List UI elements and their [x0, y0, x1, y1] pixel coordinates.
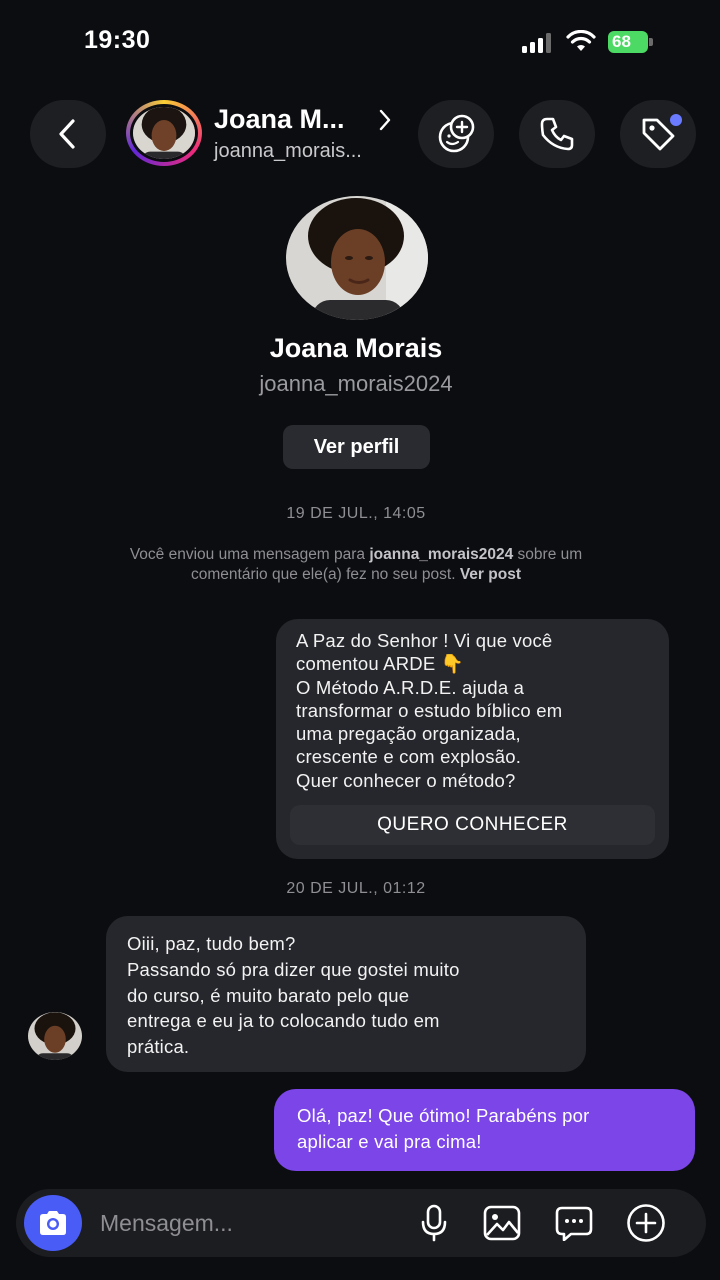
battery-tip [649, 38, 653, 46]
sticker-button[interactable] [554, 1203, 594, 1243]
plus-icon [627, 1204, 665, 1242]
mic-icon [421, 1204, 447, 1242]
gallery-icon [483, 1205, 521, 1241]
wifi-icon [566, 30, 596, 51]
quero-conhecer-button[interactable]: QUERO CONHECER [290, 805, 655, 845]
back-icon [59, 119, 75, 149]
outgoing-card-message[interactable]: A Paz do Senhor ! Vi que você comentou A… [276, 619, 669, 859]
notification-dot [670, 114, 682, 126]
signal-icon [522, 33, 551, 53]
sender-avatar[interactable] [28, 1012, 82, 1060]
date-separator: 20 DE JUL., 01:12 [286, 880, 426, 897]
back-button[interactable] [30, 100, 106, 168]
incoming-message[interactable]: Oiii, paz, tudo bem? Passando só pra diz… [106, 916, 586, 1072]
header-username[interactable]: joanna_morais... [214, 140, 362, 163]
header-name[interactable]: Joana M... [214, 104, 345, 135]
tag-button[interactable] [620, 100, 696, 168]
profile-avatar[interactable] [286, 196, 428, 320]
chevron-right-icon[interactable] [378, 108, 392, 132]
profile-username: joanna_morais2024 [259, 371, 453, 396]
view-post-link[interactable]: Ver post [460, 566, 521, 583]
battery-icon: 68 [608, 31, 654, 53]
effects-icon [438, 114, 475, 153]
battery-level: 68 [608, 31, 648, 53]
sender-avatar-image [28, 1012, 82, 1060]
gallery-button[interactable] [482, 1203, 522, 1243]
sticker-icon [555, 1206, 593, 1241]
incoming-message-text: Oiii, paz, tudo bem? Passando só pra diz… [127, 933, 460, 1058]
mic-button[interactable] [414, 1203, 454, 1243]
outgoing-card-text: A Paz do Senhor ! Vi que você comentou A… [296, 630, 563, 791]
status-time: 19:30 [84, 26, 151, 54]
message-composer [16, 1189, 706, 1257]
status-bar: 19:30 68 [0, 0, 720, 86]
system-note: Você enviou uma mensagem para joanna_mor… [110, 545, 602, 584]
outgoing-message-text: Olá, paz! Que ótimo! Parabéns por aplica… [297, 1105, 590, 1152]
phone-icon [540, 117, 574, 151]
avatar-image [133, 107, 195, 159]
view-profile-button[interactable]: Ver perfil [283, 425, 430, 469]
system-note-user[interactable]: joanna_morais2024 [369, 546, 513, 563]
add-button[interactable] [626, 1203, 666, 1243]
call-button[interactable] [519, 100, 595, 168]
profile-name: Joana Morais [269, 333, 443, 363]
camera-button[interactable] [24, 1195, 82, 1251]
system-note-prefix: Você enviou uma mensagem para [129, 546, 370, 563]
date-separator: 19 DE JUL., 14:05 [286, 505, 426, 522]
header-avatar[interactable] [126, 100, 202, 166]
outgoing-message[interactable]: Olá, paz! Que ótimo! Parabéns por aplica… [274, 1089, 695, 1171]
message-input[interactable] [100, 1203, 380, 1243]
effects-button[interactable] [418, 100, 494, 168]
profile-photo [286, 196, 428, 320]
camera-icon [40, 1211, 66, 1235]
